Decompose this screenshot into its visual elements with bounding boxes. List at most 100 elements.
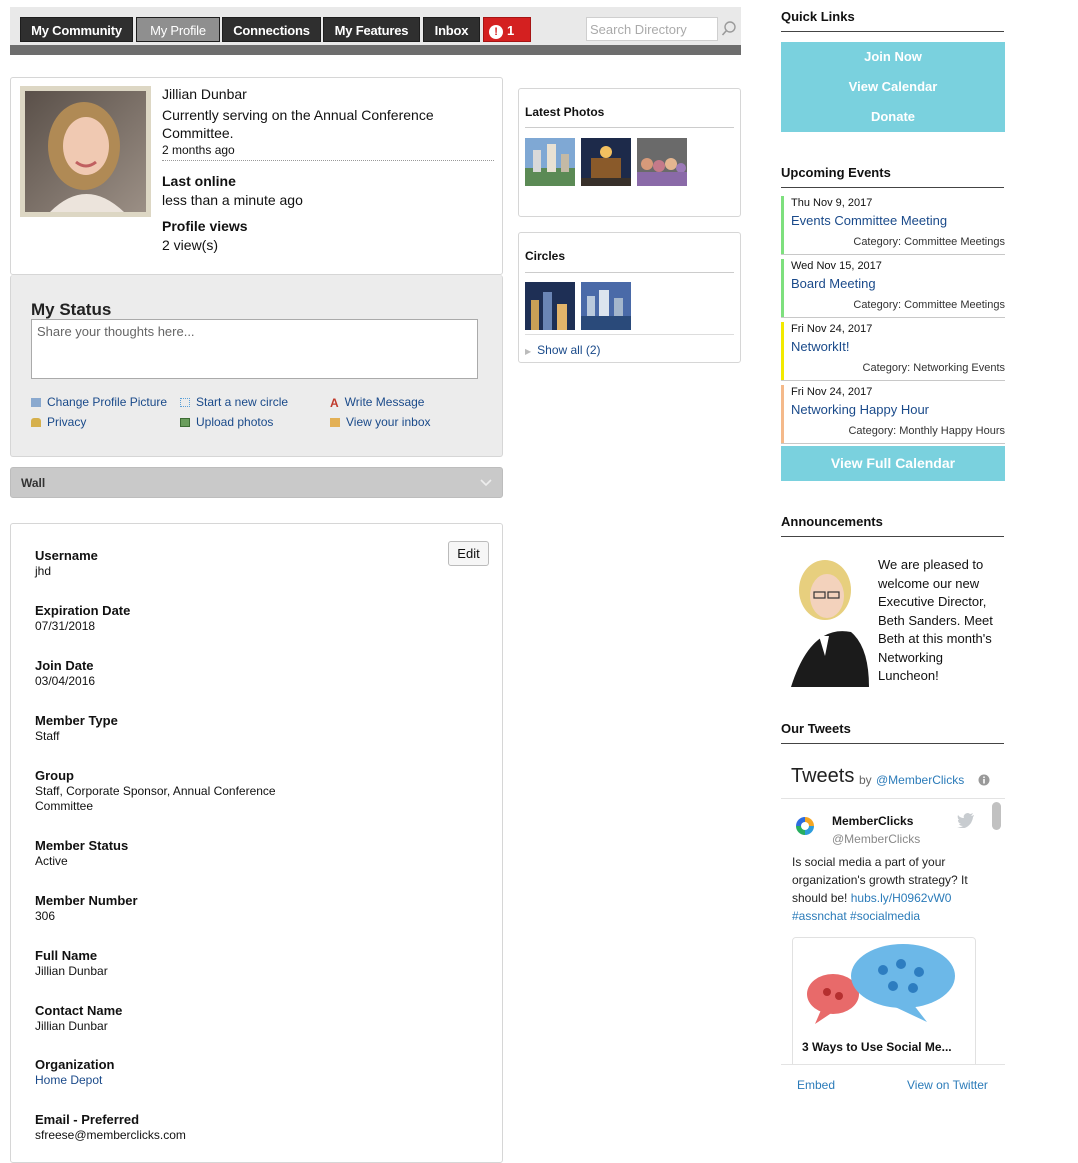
view-full-calendar-button[interactable]: View Full Calendar [781, 446, 1005, 481]
view-on-twitter-link[interactable]: View on Twitter [907, 1078, 988, 1092]
envelope-icon [330, 418, 340, 427]
memberclicks-logo-icon[interactable] [794, 815, 816, 837]
exclamation-icon: ! [489, 25, 503, 39]
view-inbox-link[interactable]: View your inbox [330, 415, 431, 429]
field-value-continued: Committee [35, 799, 94, 813]
picture-icon [31, 398, 41, 407]
privacy-link[interactable]: Privacy [31, 415, 86, 429]
view-calendar-link[interactable]: View Calendar [781, 79, 1005, 94]
tweet-hashtags[interactable]: #assnchat #socialmedia [792, 907, 968, 925]
field-label: Contact Name [35, 1003, 123, 1018]
tab-my-community[interactable]: My Community [20, 17, 133, 42]
event-title[interactable]: Board Meeting [791, 276, 876, 291]
field-value: Active [35, 854, 68, 868]
info-icon[interactable] [978, 774, 990, 786]
event-date: Wed Nov 15, 2017 [791, 260, 882, 272]
profile-name[interactable]: Jillian Dunbar [162, 86, 247, 102]
circle-thumbnail-1[interactable] [525, 282, 575, 330]
circle-icon [180, 398, 190, 407]
announcement-line: We are pleased to [878, 557, 984, 572]
twitter-bird-icon[interactable] [957, 813, 975, 828]
lock-icon [31, 418, 41, 427]
tweet-account-handle[interactable]: @MemberClicks [832, 832, 920, 846]
field-value[interactable]: Home Depot [35, 1073, 102, 1087]
profile-status-time: 2 months ago [162, 143, 235, 157]
tweet-timeline[interactable]: MemberClicks @MemberClicks Is social med… [781, 798, 1005, 1065]
change-profile-picture-link[interactable]: Change Profile Picture [31, 395, 167, 409]
latest-photos-panel: Latest Photos [518, 88, 741, 217]
upload-photos-link[interactable]: Upload photos [180, 415, 273, 429]
event-title[interactable]: Networking Happy Hour [791, 402, 929, 417]
profile-photo[interactable] [20, 86, 151, 217]
tweet-link[interactable]: hubs.ly/H0962vW0 [851, 891, 952, 905]
announcement-line: welcome our new [878, 575, 980, 591]
event-date: Thu Nov 9, 2017 [791, 197, 873, 209]
announcements-heading: Announcements [781, 514, 1004, 537]
event-category-color [781, 385, 784, 443]
tab-my-profile[interactable]: My Profile [136, 17, 220, 42]
last-online-label: Last online [162, 173, 236, 189]
announcement-line: Executive Director, [878, 594, 987, 609]
wall-label: Wall [21, 476, 46, 490]
search-input[interactable]: Search Directory [586, 17, 718, 41]
field-label: Email - Preferred [35, 1112, 140, 1127]
donate-link[interactable]: Donate [781, 109, 1005, 124]
field-label: Username [35, 548, 98, 563]
field-value: Jillian Dunbar [35, 964, 108, 978]
event-category-color [781, 322, 784, 380]
tab-connections[interactable]: Connections [222, 17, 321, 42]
tab-inbox[interactable]: Inbox [423, 17, 480, 42]
event-category-color [781, 196, 784, 254]
last-online-value: less than a minute ago [162, 192, 303, 208]
field-value: 03/04/2016 [35, 674, 96, 688]
event-title[interactable]: NetworkIt! [791, 339, 850, 354]
circle-thumbnail-2[interactable] [581, 282, 631, 330]
announcement-line: Beth at this month's [878, 631, 992, 646]
field-value: 306 [35, 909, 56, 923]
my-status-heading: My Status [31, 300, 112, 319]
event-title[interactable]: Events Committee Meeting [791, 213, 947, 228]
event-category: Category: Networking Events [862, 362, 1005, 374]
edit-button[interactable]: Edit [448, 541, 489, 566]
event-category: Category: Monthly Happy Hours [848, 425, 1005, 437]
field-label: Member Status [35, 838, 129, 853]
triangle-right-icon: ▶ [525, 347, 532, 356]
announcement-line: Luncheon! [878, 668, 939, 683]
my-status-panel: My Status Share your thoughts here... Ch… [10, 275, 503, 457]
field-label: Member Type [35, 713, 118, 728]
field-label: Member Number [35, 893, 138, 908]
field-label: Join Date [35, 658, 94, 673]
inbox-alert-badge[interactable]: ! 1 [483, 17, 531, 42]
scrollbar-thumb[interactable] [992, 802, 1001, 830]
tweets-by: by [859, 773, 872, 787]
field-value: jhd [35, 564, 52, 578]
divider [525, 272, 734, 273]
photo-thumbnail-1[interactable] [525, 138, 575, 186]
profile-status-line-2: Committee. [162, 125, 234, 141]
photo-thumbnail-2[interactable] [581, 138, 631, 186]
show-all-circles-link[interactable]: ▶ Show all (2) [525, 343, 601, 357]
search-icon[interactable] [721, 20, 737, 38]
tweet-account-name[interactable]: MemberClicks [832, 814, 913, 828]
write-message-link[interactable]: A Write Message [330, 395, 424, 410]
photo-thumbnail-3[interactable] [637, 138, 687, 186]
chevron-down-icon[interactable] [480, 479, 492, 487]
event-date: Fri Nov 24, 2017 [791, 323, 873, 335]
status-textarea[interactable]: Share your thoughts here... [31, 319, 478, 379]
circles-heading: Circles [525, 249, 566, 263]
quick-links-box: Join Now View Calendar Donate [781, 42, 1005, 132]
tweets-handle-link[interactable]: @MemberClicks [876, 773, 964, 787]
circles-panel: Circles ▶ Show all (2) [518, 232, 741, 363]
tweet-card[interactable]: 3 Ways to Use Social Me... [792, 937, 976, 1064]
tweet-card-title[interactable]: 3 Ways to Use Social Me... [802, 1040, 952, 1054]
field-label: Full Name [35, 948, 98, 963]
top-nav: My Community My Profile Connections My F… [10, 7, 741, 56]
start-new-circle-link[interactable]: Start a new circle [180, 395, 288, 409]
profile-views-label: Profile views [162, 218, 248, 234]
event-date: Fri Nov 24, 2017 [791, 386, 873, 398]
wall-bar[interactable]: Wall [10, 467, 503, 498]
embed-link[interactable]: Embed [797, 1078, 835, 1092]
join-now-link[interactable]: Join Now [781, 49, 1005, 64]
tab-my-features[interactable]: My Features [323, 17, 420, 42]
upcoming-events-heading: Upcoming Events [781, 165, 1004, 188]
